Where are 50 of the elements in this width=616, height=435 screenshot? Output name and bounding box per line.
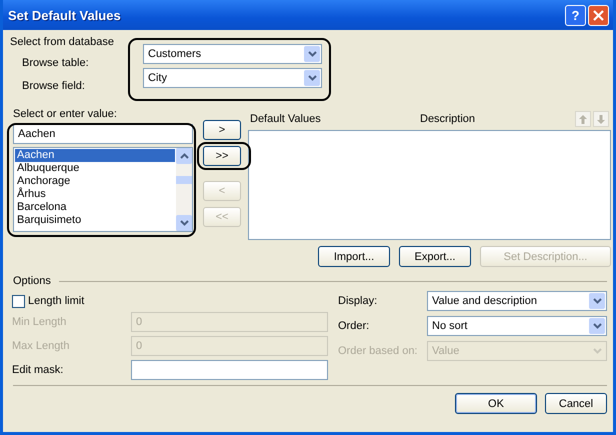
- list-item[interactable]: Albuquerque: [15, 162, 175, 175]
- section-heading: Select from database: [10, 36, 114, 48]
- list-item[interactable]: Anchorage: [15, 175, 175, 188]
- column-header: Default Values: [249, 113, 322, 125]
- section-heading: Options: [13, 275, 51, 287]
- field-label: Edit mask:: [12, 364, 64, 376]
- move-button[interactable]: >: [203, 120, 241, 140]
- window-title: Set Default Values: [8, 8, 121, 22]
- list-item[interactable]: Århus: [15, 188, 175, 201]
- scrollbar[interactable]: [176, 148, 192, 231]
- close-button[interactable]: [588, 4, 609, 26]
- chevron-down-icon: [592, 323, 602, 329]
- chevron-down-icon: [308, 51, 316, 57]
- list-item[interactable]: Aachen: [15, 149, 175, 162]
- dropdown[interactable]: No sort: [427, 316, 607, 336]
- checkbox[interactable]: [12, 294, 25, 308]
- value-input[interactable]: Aachen: [13, 124, 193, 144]
- move-button[interactable]: >>: [203, 146, 241, 166]
- field-label: Min Length: [12, 316, 66, 328]
- chevron-down-icon: [180, 220, 188, 226]
- close-icon: [593, 10, 604, 20]
- move-down-button[interactable]: [593, 111, 609, 127]
- move-up-button[interactable]: [575, 111, 591, 127]
- arrow-up-icon: [579, 114, 587, 124]
- field-label: Display:: [338, 295, 378, 307]
- field-label: Select or enter value:: [13, 108, 117, 120]
- scrollbar-thumb[interactable]: [176, 176, 192, 184]
- arrow-down-icon: [597, 114, 605, 124]
- chevron-down-icon: [592, 298, 602, 304]
- action-button[interactable]: Export...: [399, 246, 471, 267]
- dropdown[interactable]: Customers: [143, 44, 322, 64]
- field-label: Browse table:: [22, 57, 90, 69]
- list-item[interactable]: Barquisimeto: [15, 214, 175, 227]
- action-button[interactable]: Import...: [318, 246, 390, 267]
- column-header: Description: [420, 113, 476, 125]
- chevron-down-icon: [592, 348, 602, 354]
- help-button[interactable]: ?: [565, 4, 586, 26]
- field-label: Max Length: [12, 340, 70, 352]
- field-label: Browse field:: [22, 80, 86, 92]
- dropdown[interactable]: City: [143, 68, 322, 88]
- list-item[interactable]: Barcelona: [15, 201, 175, 214]
- dialog-button[interactable]: OK: [455, 393, 537, 414]
- checkbox-label: Length limit: [28, 295, 84, 307]
- dialog-button[interactable]: Cancel: [545, 393, 607, 414]
- field-label: Order based on:: [338, 345, 418, 357]
- field-label: Order:: [338, 320, 370, 332]
- chevron-up-icon: [180, 153, 188, 159]
- dropdown[interactable]: Value and description: [427, 291, 607, 311]
- text-field[interactable]: [131, 360, 328, 380]
- chevron-down-icon: [308, 75, 316, 81]
